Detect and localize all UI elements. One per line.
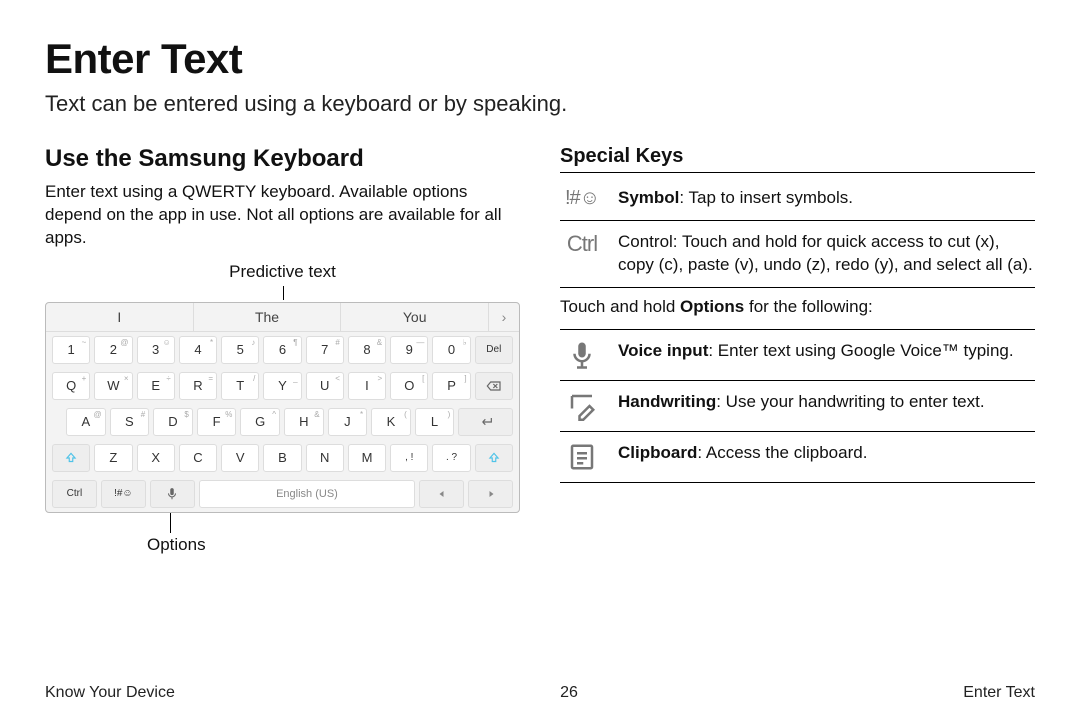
- options-intro: Touch and hold Options for the following…: [560, 288, 1035, 330]
- page-title: Enter Text: [45, 35, 1035, 83]
- callout-line-top: [283, 286, 284, 300]
- key-k: K(: [371, 408, 411, 436]
- key-symbols: !#☺: [101, 480, 146, 508]
- special-key-symbol: !#☺ Symbol: Tap to insert symbols.: [560, 177, 1035, 221]
- callout-line-bottom: [170, 513, 171, 533]
- special-key-handwriting: Handwriting: Use your handwriting to ent…: [560, 381, 1035, 432]
- key-o: O[: [390, 372, 428, 400]
- key-shift-right: [475, 444, 513, 472]
- triangle-left-icon: [436, 488, 448, 500]
- special-keys-heading: Special Keys: [560, 145, 1035, 173]
- key-ctrl: Ctrl: [52, 480, 97, 508]
- predictive-item: The: [194, 303, 342, 331]
- key-z: Z: [94, 444, 132, 472]
- keyboard-illustration: I The You › 1~ 2@ 3☺ 4* 5♪ 6¶ 7# 8& 9— 0…: [45, 302, 520, 513]
- key-0: 0♭: [432, 336, 470, 364]
- key-j: J*: [328, 408, 368, 436]
- page-subtitle: Text can be entered using a keyboard or …: [45, 91, 1035, 117]
- key-space: English (US): [199, 480, 416, 508]
- key-del: Del: [475, 336, 513, 364]
- key-m: M: [348, 444, 386, 472]
- key-i: I>: [348, 372, 386, 400]
- key-r: R=: [179, 372, 217, 400]
- special-key-control: Ctrl Control: Touch and hold for quick a…: [560, 221, 1035, 288]
- key-l: L): [415, 408, 455, 436]
- key-v: V: [221, 444, 259, 472]
- key-f: F%: [197, 408, 237, 436]
- callout-options: Options: [147, 535, 206, 555]
- key-x: X: [137, 444, 175, 472]
- key-backspace: [475, 372, 513, 400]
- key-g: G^: [240, 408, 280, 436]
- key-p: P]: [432, 372, 470, 400]
- shift-icon: [64, 451, 78, 465]
- key-h: H&: [284, 408, 324, 436]
- key-b: B: [263, 444, 301, 472]
- predictive-item: I: [46, 303, 194, 331]
- key-s: S#: [110, 408, 150, 436]
- special-key-voice: Voice input: Enter text using Google Voi…: [560, 330, 1035, 381]
- ctrl-icon: Ctrl: [560, 231, 604, 257]
- key-t: T/: [221, 372, 259, 400]
- key-w: W×: [94, 372, 132, 400]
- use-keyboard-body: Enter text using a QWERTY keyboard. Avai…: [45, 181, 520, 250]
- key-8: 8&: [348, 336, 386, 364]
- callout-predictive-text: Predictive text: [229, 262, 336, 281]
- triangle-right-icon: [485, 488, 497, 500]
- key-options-mic: [150, 480, 195, 508]
- key-a: A@: [66, 408, 106, 436]
- key-5: 5♪: [221, 336, 259, 364]
- key-6: 6¶: [263, 336, 301, 364]
- key-7: 7#: [306, 336, 344, 364]
- key-period: . ?: [432, 444, 470, 472]
- footer-right: Enter Text: [963, 684, 1035, 702]
- footer-left: Know Your Device: [45, 684, 175, 702]
- key-1: 1~: [52, 336, 90, 364]
- key-arrow-left: [419, 480, 464, 508]
- key-4: 4*: [179, 336, 217, 364]
- key-y: Y_: [263, 372, 301, 400]
- backspace-icon: [486, 378, 502, 394]
- predictive-more: ›: [489, 303, 519, 331]
- key-n: N: [306, 444, 344, 472]
- enter-icon: [477, 414, 495, 430]
- shift-icon: [487, 451, 501, 465]
- key-comma: , !: [390, 444, 428, 472]
- key-9: 9—: [390, 336, 428, 364]
- key-shift-left: [52, 444, 90, 472]
- predictive-item: You: [341, 303, 489, 331]
- use-keyboard-heading: Use the Samsung Keyboard: [45, 145, 520, 173]
- special-key-clipboard: Clipboard: Access the clipboard.: [560, 432, 1035, 483]
- footer-page-number: 26: [560, 684, 578, 702]
- key-3: 3☺: [137, 336, 175, 364]
- clipboard-icon: [560, 442, 604, 472]
- microphone-icon: [560, 340, 604, 370]
- predictive-row: I The You ›: [46, 303, 519, 332]
- key-arrow-right: [468, 480, 513, 508]
- key-d: D$: [153, 408, 193, 436]
- page-footer: Know Your Device 26 Enter Text: [45, 684, 1035, 702]
- key-q: Q+: [52, 372, 90, 400]
- symbol-icon: !#☺: [560, 187, 604, 210]
- left-column: Use the Samsung Keyboard Enter text usin…: [45, 145, 520, 559]
- key-e: E÷: [137, 372, 175, 400]
- right-column: Special Keys !#☺ Symbol: Tap to insert s…: [560, 145, 1035, 559]
- microphone-icon: [165, 487, 179, 501]
- key-2: 2@: [94, 336, 132, 364]
- key-enter: [458, 408, 513, 436]
- key-u: U<: [306, 372, 344, 400]
- key-c: C: [179, 444, 217, 472]
- handwriting-icon: [560, 391, 604, 421]
